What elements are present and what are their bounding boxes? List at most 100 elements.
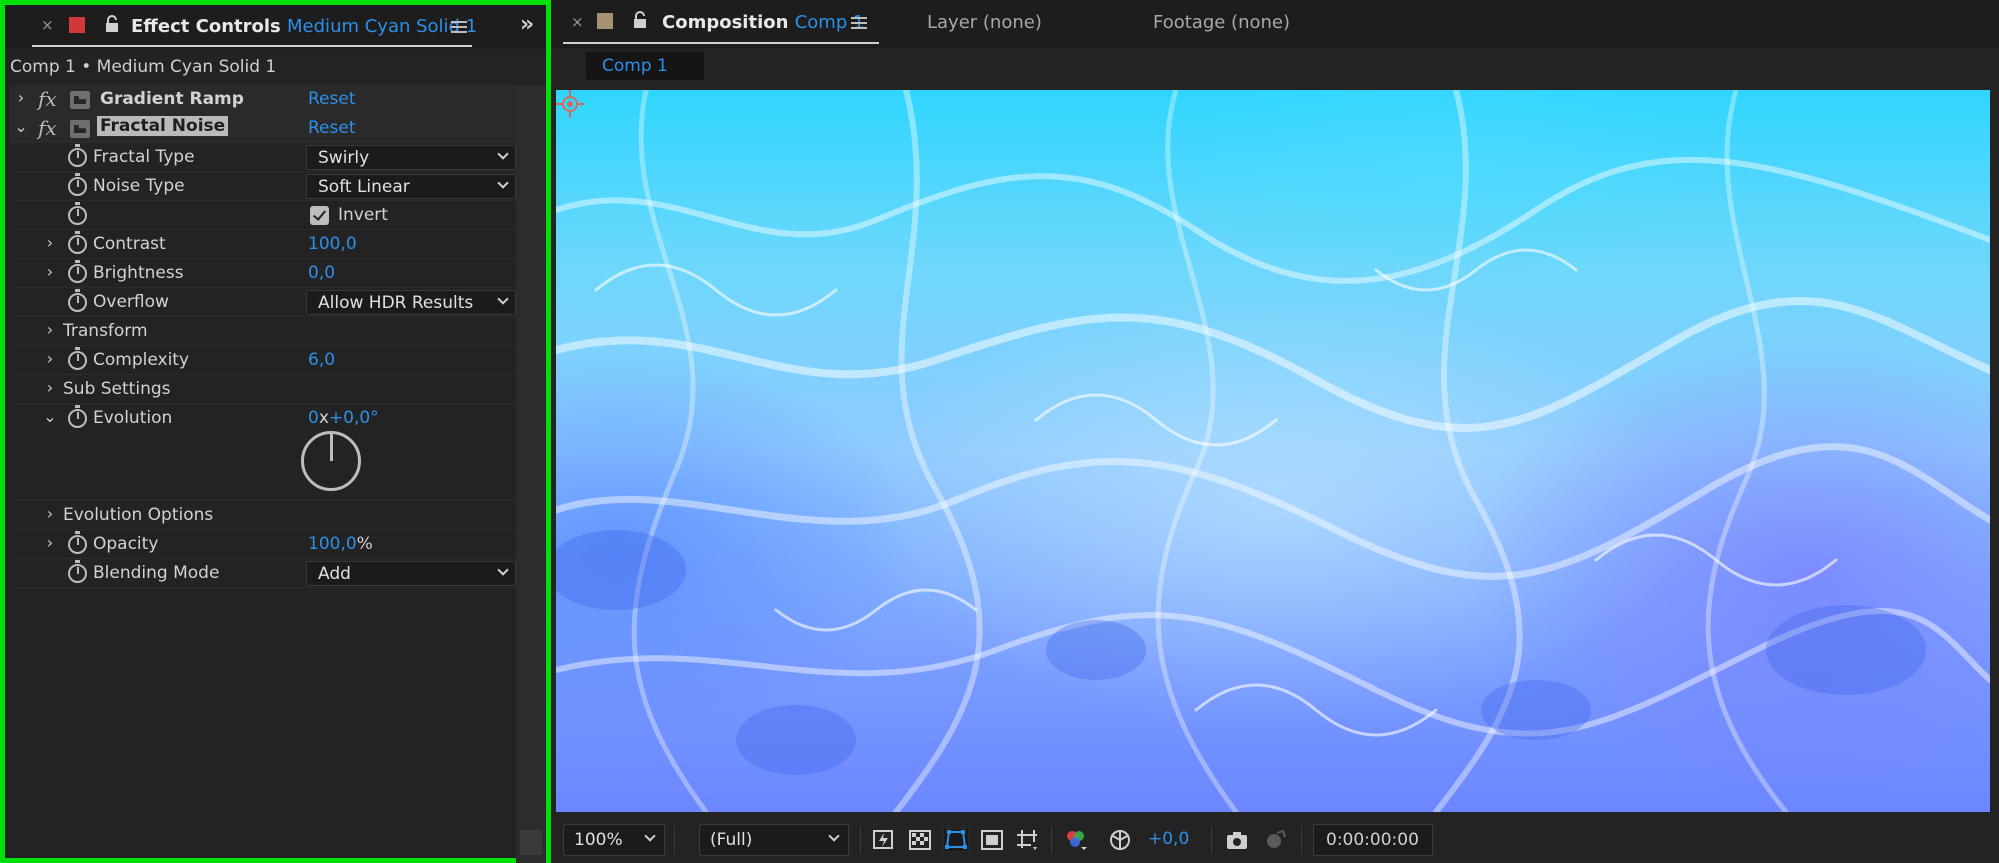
- chevron-right-icon[interactable]: ›: [43, 378, 57, 397]
- zoom-dropdown[interactable]: 100%: [563, 824, 665, 856]
- layer-tab[interactable]: Layer (none): [927, 12, 1042, 33]
- effect-controls-tabbar: × Effect Controls Medium Cyan Solid 1 »: [5, 5, 546, 49]
- resolution-dropdown[interactable]: (Full): [699, 824, 849, 856]
- subtab-label: Comp 1: [602, 56, 668, 76]
- param-row-brightness: › Brightness 0,0: [10, 259, 516, 288]
- chevron-right-icon[interactable]: ›: [43, 504, 57, 523]
- footage-tab[interactable]: Footage (none): [1153, 12, 1290, 33]
- composition-tabbar: × Composition Comp 1 Layer (none) Footag…: [551, 0, 1999, 48]
- brightness-value[interactable]: 0,0: [308, 263, 335, 283]
- fractal-noise-render: [556, 90, 1990, 812]
- stopwatch-icon[interactable]: [68, 347, 87, 370]
- blending-mode-dropdown[interactable]: Add: [306, 561, 516, 586]
- param-label: Noise Type: [93, 176, 185, 196]
- reset-link[interactable]: Reset: [308, 118, 356, 138]
- divider: [674, 826, 675, 854]
- close-tab-icon[interactable]: ×: [41, 16, 54, 34]
- evolution-angle-dial[interactable]: [301, 431, 361, 491]
- param-label: Blending Mode: [93, 563, 220, 583]
- chevron-right-icon[interactable]: ›: [43, 349, 57, 368]
- stopwatch-icon[interactable]: [68, 289, 87, 312]
- chevron-right-icon[interactable]: ›: [43, 533, 57, 552]
- chevron-down-icon[interactable]: ⌄: [14, 117, 28, 136]
- show-snapshot-icon[interactable]: [1263, 828, 1289, 852]
- panel-menu-icon[interactable]: [451, 21, 467, 33]
- stopwatch-icon[interactable]: [68, 144, 87, 167]
- param-group-evolution-options[interactable]: › Evolution Options: [10, 501, 516, 530]
- opacity-value[interactable]: 100,0%: [308, 534, 373, 554]
- reset-link[interactable]: Reset: [308, 89, 356, 109]
- scrollbar-thumb[interactable]: [520, 830, 542, 855]
- param-label: Fractal Type: [93, 147, 195, 167]
- composition-viewer[interactable]: [556, 90, 1990, 812]
- dropdown-value: Swirly: [318, 148, 370, 168]
- zoom-value: 100%: [574, 830, 623, 850]
- chevron-down-icon[interactable]: ⌄: [43, 407, 57, 426]
- timecode-value: 0:00:00:00: [1326, 830, 1419, 850]
- divider: [1301, 826, 1302, 854]
- chevron-right-icon[interactable]: ›: [43, 262, 57, 281]
- snapshot-icon[interactable]: [1224, 828, 1250, 852]
- composition-tab[interactable]: Composition Comp 1: [662, 12, 864, 33]
- chevron-right-icon[interactable]: ›: [14, 88, 28, 107]
- fx-toggle-icon[interactable]: fx: [38, 87, 57, 111]
- param-row-blending-mode: Blending Mode Add: [10, 559, 516, 588]
- lock-icon[interactable]: [632, 11, 648, 29]
- stopwatch-icon[interactable]: [68, 405, 87, 428]
- chevron-down-icon: [644, 830, 656, 842]
- param-row-contrast: › Contrast 100,0: [10, 230, 516, 259]
- close-tab-icon[interactable]: ×: [571, 13, 584, 31]
- region-of-interest-icon[interactable]: [979, 828, 1005, 852]
- stopwatch-icon[interactable]: [68, 560, 87, 583]
- lock-icon[interactable]: [104, 15, 120, 33]
- anchor-point-icon[interactable]: [556, 90, 584, 118]
- breadcrumb: Comp 1 • Medium Cyan Solid 1: [10, 57, 277, 77]
- chevron-double-right-icon[interactable]: »: [520, 12, 534, 37]
- param-group-sub-settings[interactable]: › Sub Settings: [10, 375, 516, 404]
- evolution-value[interactable]: 0x+0,0°: [308, 408, 379, 428]
- guides-icon[interactable]: [1015, 828, 1041, 852]
- divider: [1051, 826, 1052, 854]
- chevron-right-icon[interactable]: ›: [43, 320, 57, 339]
- chevron-down-icon: [828, 830, 840, 842]
- param-group-transform[interactable]: › Transform: [10, 317, 516, 346]
- group-label: Sub Settings: [63, 379, 171, 399]
- effect-name: Gradient Ramp: [100, 89, 244, 109]
- viewer-toolbar: 100% (Full) +0,0 0:00:00:00: [551, 816, 1999, 863]
- stopwatch-icon[interactable]: [68, 202, 87, 225]
- chevron-down-icon: [497, 177, 509, 189]
- complexity-value[interactable]: 6,0: [308, 350, 335, 370]
- comp-flowchart-tab[interactable]: Comp 1: [586, 52, 704, 80]
- fx-toggle-icon[interactable]: fx: [38, 116, 57, 140]
- transparency-grid-icon[interactable]: [907, 828, 933, 852]
- dropdown-value: Soft Linear: [318, 177, 410, 197]
- contrast-value[interactable]: 100,0: [308, 234, 357, 254]
- effect-controls-tab[interactable]: Effect Controls Medium Cyan Solid 1: [131, 16, 477, 37]
- mask-visibility-icon[interactable]: [943, 828, 969, 852]
- stopwatch-icon[interactable]: [68, 260, 87, 283]
- invert-checkbox[interactable]: [310, 206, 329, 225]
- active-tab-underline: [563, 42, 879, 44]
- effect-row-gradient-ramp[interactable]: › fx Gradient Ramp Reset: [10, 85, 516, 114]
- effect-preset-icon: [70, 91, 90, 109]
- chevron-down-icon: [497, 293, 509, 305]
- param-label: Overflow: [93, 292, 169, 312]
- exposure-value[interactable]: +0,0: [1148, 829, 1189, 849]
- stopwatch-icon[interactable]: [68, 531, 87, 554]
- stopwatch-icon[interactable]: [68, 173, 87, 196]
- evolution-separator: x: [318, 408, 329, 428]
- effect-row-fractal-noise[interactable]: ⌄ fx Fractal Noise Reset: [10, 114, 516, 143]
- fractal-type-dropdown[interactable]: Swirly: [306, 145, 516, 170]
- overflow-dropdown[interactable]: Allow HDR Results: [306, 290, 516, 315]
- panel-menu-icon[interactable]: [851, 17, 867, 29]
- stopwatch-icon[interactable]: [68, 231, 87, 254]
- color-channels-icon[interactable]: [1063, 828, 1089, 852]
- evolution-revolutions: 0: [308, 408, 319, 428]
- chevron-right-icon[interactable]: ›: [43, 233, 57, 252]
- vertical-scrollbar[interactable]: [516, 85, 546, 863]
- current-time-display[interactable]: 0:00:00:00: [1313, 824, 1433, 856]
- fast-previews-icon[interactable]: [871, 828, 897, 852]
- noise-type-dropdown[interactable]: Soft Linear: [306, 174, 516, 199]
- reset-exposure-icon[interactable]: [1107, 828, 1133, 852]
- composition-color-swatch: [597, 13, 613, 29]
